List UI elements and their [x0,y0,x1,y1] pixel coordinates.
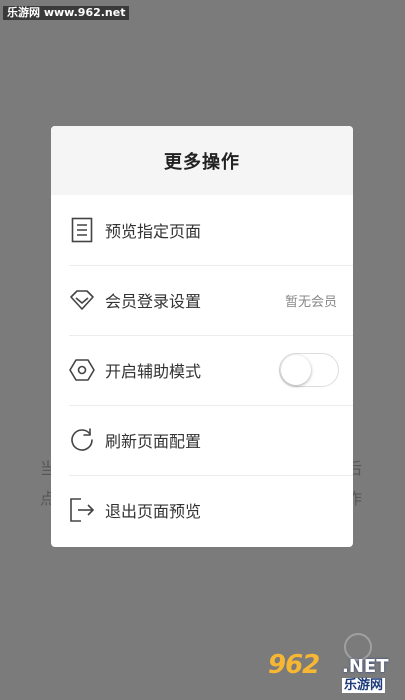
menu-item-label: 退出页面预览 [105,502,202,521]
more-actions-dialog: 更多操作 预览指定页面 会员登录设置 暂无会员 开启辅助模式 刷新页面配置 退出… [51,126,353,547]
menu-item-member-login[interactable]: 会员登录设置 暂无会员 [51,265,353,335]
watermark-logo: 962 [268,650,320,680]
refresh-icon [69,427,95,453]
dialog-header: 更多操作 [51,126,353,195]
menu-item-preview-page[interactable]: 预览指定页面 [51,195,353,265]
document-icon [69,217,95,243]
menu-item-label: 刷新页面配置 [105,432,202,451]
watermark-net: .NET [342,656,389,677]
menu-item-assist-mode[interactable]: 开启辅助模式 [51,335,353,405]
menu-item-label: 会员登录设置 [105,292,202,311]
watermark-top: 乐游网 www.962.net [3,6,130,20]
dialog-title: 更多操作 [164,151,240,173]
hexagon-icon [69,357,95,383]
diamond-icon [69,287,95,313]
member-status-value: 暂无会员 [284,294,337,310]
exit-icon [69,497,95,523]
menu-item-label: 开启辅助模式 [105,362,202,381]
toggle-knob [281,355,311,385]
menu-item-refresh-config[interactable]: 刷新页面配置 [51,405,353,475]
assist-mode-toggle[interactable] [279,353,339,387]
menu-item-exit-preview[interactable]: 退出页面预览 [51,475,353,545]
status-bar: 乐游网 www.962.net [0,0,405,24]
watermark-cn: 乐游网 [342,678,386,693]
menu-item-label: 预览指定页面 [105,222,202,241]
